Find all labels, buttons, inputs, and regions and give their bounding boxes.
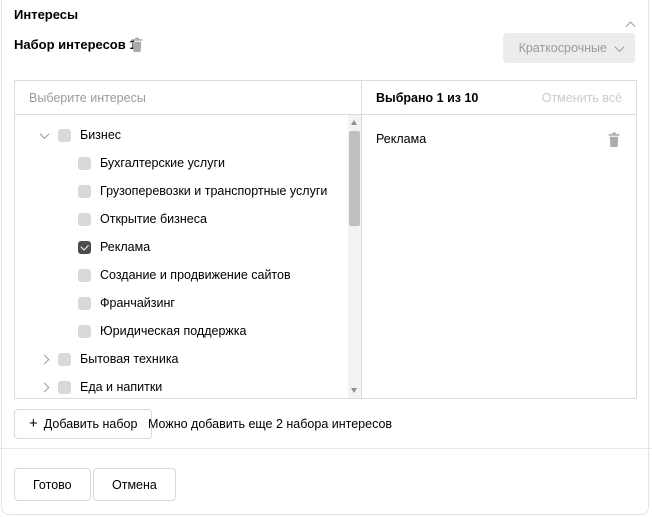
tree-item[interactable]: Бытовая техника	[15, 345, 361, 373]
tree-item[interactable]: Бизнес	[15, 121, 361, 149]
chevron-up-icon	[625, 21, 636, 32]
chevron-down-icon[interactable]	[39, 128, 50, 139]
checkbox[interactable]	[58, 352, 71, 366]
page-title: Интересы	[14, 7, 79, 22]
add-set-button[interactable]: + Добавить набор	[14, 409, 153, 439]
selected-pane-header: Выбрано 1 из 10 Отменить всё	[362, 81, 636, 115]
interests-panel: Интересы Набор интересов 1 Краткосрочные…	[0, 0, 652, 517]
tree-item-label: Франчайзинг	[100, 296, 175, 310]
remove-selected-trash-icon[interactable]	[607, 132, 621, 147]
tree-item-label: Грузоперевозки и транспортные услуги	[100, 184, 328, 198]
tree-item[interactable]: Грузоперевозки и транспортные услуги	[15, 177, 361, 205]
checkbox[interactable]	[78, 268, 91, 282]
checkbox-checked[interactable]	[78, 240, 91, 254]
checkbox[interactable]	[78, 324, 91, 338]
tree-item[interactable]: Еда и напитки	[15, 373, 361, 401]
clear-all-link[interactable]: Отменить всё	[542, 91, 622, 105]
tree-item[interactable]: Бухгалтерские услуги	[15, 149, 361, 177]
tree-item[interactable]: Франчайзинг	[15, 289, 361, 317]
tree-item-label: Реклама	[100, 240, 151, 254]
chevron-right-icon[interactable]	[39, 354, 50, 364]
tree-item-label: Бизнес	[80, 128, 122, 142]
scroll-down-arrow-icon[interactable]	[351, 388, 357, 393]
tree-item[interactable]: Открытие бизнеса	[15, 205, 361, 233]
tree-item-label: Бытовая техника	[80, 352, 179, 366]
plus-icon: +	[29, 414, 38, 432]
tree-item-label: Бухгалтерские услуги	[100, 156, 226, 170]
tree-item-label: Открытие бизнеса	[100, 212, 207, 226]
tree-item[interactable]: Создание и продвижение сайтов	[15, 261, 361, 289]
collapse-section-control[interactable]	[625, 14, 636, 32]
add-set-button-label: Добавить набор	[43, 417, 138, 431]
checkbox[interactable]	[78, 156, 91, 170]
interests-tree: Бизнес Бухгалтерские услуги Грузоперевоз…	[15, 115, 361, 401]
cancel-button[interactable]: Отмена	[93, 468, 176, 501]
checkbox[interactable]	[78, 296, 91, 310]
checkbox[interactable]	[78, 184, 91, 198]
selected-item-label: Реклама	[376, 132, 427, 146]
chevron-down-icon	[614, 41, 625, 52]
footer-divider	[0, 448, 652, 449]
checkbox[interactable]	[58, 380, 71, 394]
interests-picker: Выберите интересы Бизнес Бухгалтерские у…	[14, 80, 637, 399]
checkbox[interactable]	[58, 128, 71, 142]
interest-set-title: Набор интересов 1	[14, 37, 137, 52]
tree-item-label: Создание и продвижение сайтов	[100, 268, 291, 282]
delete-set-trash-icon[interactable]	[130, 37, 144, 52]
selected-item-row: Реклама	[362, 122, 636, 156]
tree-item[interactable]: Реклама	[15, 233, 361, 261]
interest-duration-value: Краткосрочные	[518, 41, 607, 55]
tree-item-label: Юридическая поддержка	[100, 324, 247, 338]
tree-pane-header: Выберите интересы	[15, 81, 361, 115]
interest-duration-dropdown[interactable]: Краткосрочные	[502, 33, 635, 63]
interests-tree-pane: Выберите интересы Бизнес Бухгалтерские у…	[15, 81, 362, 398]
scrollbar[interactable]	[348, 115, 361, 398]
tree-item[interactable]: Юридическая поддержка	[15, 317, 361, 345]
add-set-hint: Можно добавить еще 2 набора интересов	[148, 417, 393, 431]
done-button[interactable]: Готово	[14, 468, 91, 501]
chevron-right-icon[interactable]	[39, 382, 50, 392]
selected-count: Выбрано 1 из 10	[376, 90, 479, 105]
scroll-up-arrow-icon[interactable]	[351, 120, 357, 125]
selected-interests-pane: Выбрано 1 из 10 Отменить всё Реклама	[362, 81, 636, 398]
checkbox[interactable]	[78, 212, 91, 226]
tree-pane-placeholder: Выберите интересы	[29, 90, 146, 105]
scrollbar-thumb[interactable]	[349, 131, 360, 226]
tree-item-label: Еда и напитки	[80, 380, 163, 394]
